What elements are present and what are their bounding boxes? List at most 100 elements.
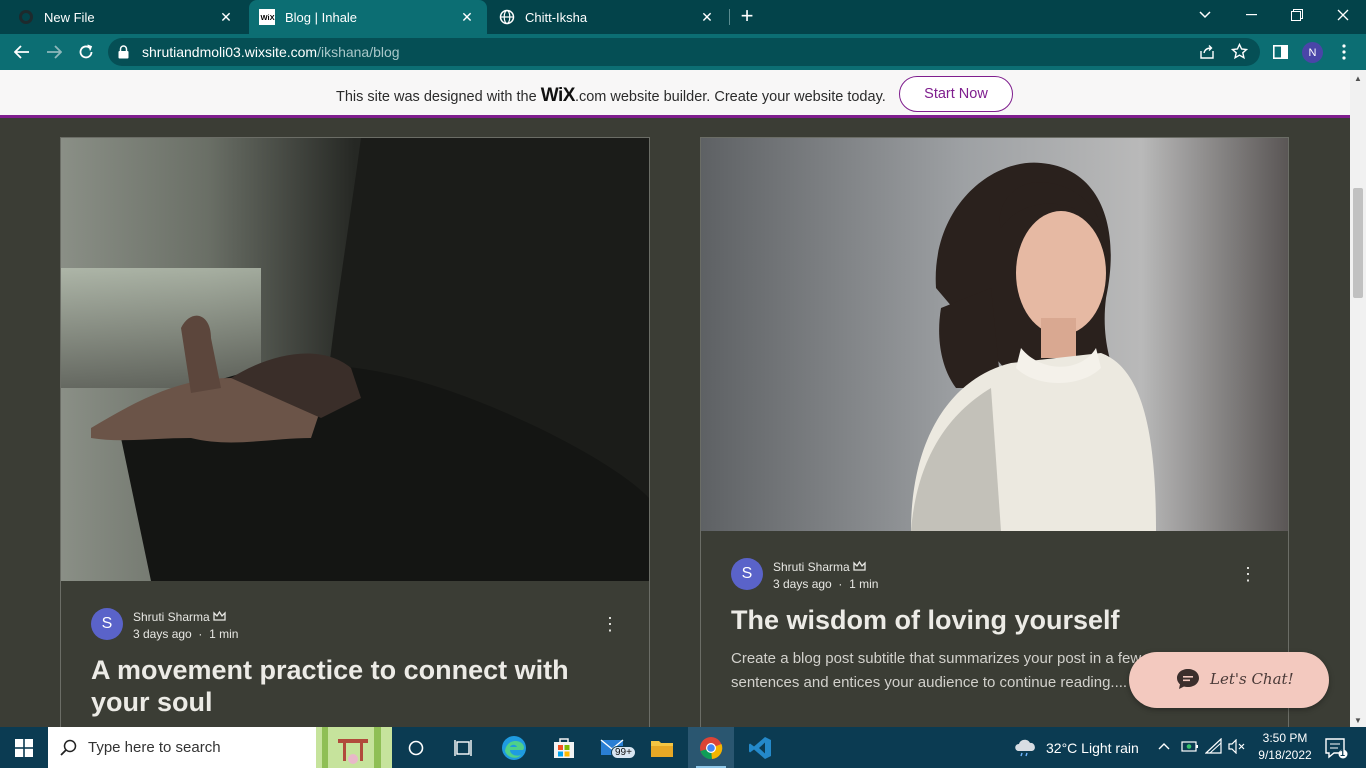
read-time: 1 min [209, 627, 239, 641]
back-button[interactable] [8, 38, 36, 66]
weather-text[interactable]: 32°C Light rain [1046, 740, 1139, 756]
post-more-options-icon[interactable]: ⋮ [1238, 564, 1258, 584]
cortana-button[interactable] [395, 727, 437, 768]
close-tab-icon[interactable]: ✕ [697, 7, 717, 27]
post-title[interactable]: The wisdom of loving yourself [731, 604, 1271, 636]
meta-separator: · [838, 577, 843, 591]
taskbar-clock[interactable]: 3:50 PM 9/18/2022 [1256, 730, 1314, 764]
taskbar-search-box[interactable]: Type here to search [48, 727, 392, 768]
share-icon[interactable] [1199, 44, 1215, 60]
tab-title: Blog | Inhale [285, 9, 358, 25]
file-explorer-button[interactable] [641, 727, 683, 768]
forward-button[interactable] [40, 38, 68, 66]
author-avatar[interactable]: S [731, 558, 763, 590]
new-tab-button[interactable]: + [735, 5, 759, 29]
mail-button[interactable]: 99+ [591, 727, 637, 768]
author-avatar[interactable]: S [91, 608, 123, 640]
chat-bubble-icon [1177, 669, 1199, 689]
task-view-button[interactable] [441, 727, 485, 768]
scroll-down-arrow-icon[interactable]: ▼ [1354, 716, 1362, 725]
search-highlight-image [316, 727, 392, 768]
tab-chitt-iksha[interactable]: Chitt-Iksha ✕ [489, 0, 727, 34]
url-host: shrutiandmoli03.wixsite.com [142, 44, 318, 60]
url-text: shrutiandmoli03.wixsite.com/ikshana/blog [142, 44, 400, 60]
post-title[interactable]: A movement practice to connect with your… [91, 654, 631, 718]
battery-icon[interactable] [1181, 740, 1199, 753]
close-tab-icon[interactable]: ✕ [216, 7, 236, 27]
banner-text-after: .com website builder. Create your websit… [574, 89, 886, 105]
lets-chat-button[interactable]: Let's Chat! [1129, 652, 1329, 708]
edge-button[interactable] [491, 727, 537, 768]
chrome-icon [700, 736, 723, 759]
wix-banner: This site was designed with the WiX.com … [0, 70, 1350, 118]
scroll-up-arrow-icon[interactable]: ▲ [1354, 74, 1362, 83]
tab-title: Chitt-Iksha [525, 9, 588, 25]
author-name[interactable]: Shruti Sharma [773, 560, 866, 574]
arrow-left-icon [14, 45, 29, 59]
post-subtitle: Create a blog post subtitle that summari… [731, 650, 1142, 691]
profile-avatar[interactable]: N [1302, 42, 1323, 63]
wix-icon: WiX [259, 9, 275, 25]
start-now-button[interactable]: Start Now [899, 76, 1013, 112]
svg-text:WiX: WiX [261, 13, 275, 22]
chrome-button[interactable] [688, 727, 734, 768]
crown-icon [853, 560, 866, 571]
microsoft-store-button[interactable] [541, 727, 587, 768]
bookmark-star-icon[interactable] [1231, 43, 1248, 60]
more-vertical-icon [1342, 44, 1346, 60]
mail-badge: 99+ [611, 746, 636, 759]
author-name-text: Shruti Sharma [773, 560, 850, 574]
address-bar[interactable]: shrutiandmoli03.wixsite.com/ikshana/blog [108, 38, 1260, 66]
post-cover-image[interactable] [61, 138, 649, 581]
vscode-icon [749, 736, 771, 759]
start-button[interactable] [0, 727, 48, 768]
post-date: 3 days ago [773, 577, 832, 591]
post-more-options-icon[interactable]: ⋮ [600, 614, 620, 634]
restore-button[interactable] [1274, 0, 1320, 30]
edge-icon [502, 735, 526, 760]
tab-new-file[interactable]: New File ✕ [0, 0, 246, 34]
globe-icon [499, 9, 515, 25]
tab-search-chevron-icon[interactable] [1182, 0, 1228, 30]
read-time: 1 min [849, 577, 879, 591]
search-icon [60, 739, 77, 756]
close-window-button[interactable] [1320, 0, 1366, 30]
meta-separator: · [198, 627, 203, 641]
post-cover-image[interactable] [701, 138, 1288, 531]
tray-chevron-up-icon[interactable] [1158, 742, 1170, 750]
vscode-button[interactable] [738, 727, 782, 768]
minimize-button[interactable] [1228, 0, 1274, 30]
folder-icon [651, 740, 673, 757]
weather-cloud-rain-icon[interactable] [1013, 737, 1039, 757]
windows-icon [15, 738, 33, 757]
tab-blog-inhale[interactable]: WiX Blog | Inhale ✕ [249, 0, 487, 34]
post-meta: 3 days ago · 1 min [133, 627, 238, 641]
reload-button[interactable] [72, 38, 100, 66]
github-icon [19, 10, 33, 24]
page-scrollbar[interactable]: ▲ ▼ [1350, 70, 1366, 727]
wix-logo[interactable]: WiX [541, 85, 576, 106]
reload-icon [79, 44, 93, 59]
close-tab-icon[interactable]: ✕ [457, 7, 477, 27]
notification-count: 1 [1340, 748, 1346, 758]
store-icon [554, 737, 574, 758]
tab-strip: New File ✕ WiX Blog | Inhale ✕ Chitt-Iks… [0, 0, 1366, 34]
browser-toolbar: shrutiandmoli03.wixsite.com/ikshana/blog… [0, 34, 1366, 70]
clock-time: 3:50 PM [1262, 731, 1308, 745]
taskbar: Type here to search 99+ 32°C Light rain … [0, 727, 1366, 768]
scrollbar-thumb[interactable] [1353, 188, 1363, 298]
task-view-icon [454, 739, 472, 756]
tab-title: New File [44, 9, 95, 25]
arrow-right-icon [47, 45, 62, 59]
post-date: 3 days ago [133, 627, 192, 641]
lock-icon[interactable] [118, 45, 129, 59]
post-card[interactable]: S Shruti Sharma 3 days ago · 1 min ⋮ The… [700, 137, 1289, 727]
volume-muted-icon[interactable] [1228, 739, 1245, 754]
wifi-icon[interactable] [1205, 738, 1222, 754]
author-name[interactable]: Shruti Sharma [133, 610, 226, 624]
browser-menu-button[interactable] [1330, 38, 1358, 66]
side-panel-icon [1272, 45, 1288, 59]
post-card[interactable]: S Shruti Sharma 3 days ago · 1 min ⋮ A m… [60, 137, 650, 727]
side-panel-button[interactable] [1266, 38, 1294, 66]
banner-text-before: This site was designed with the [336, 89, 541, 105]
